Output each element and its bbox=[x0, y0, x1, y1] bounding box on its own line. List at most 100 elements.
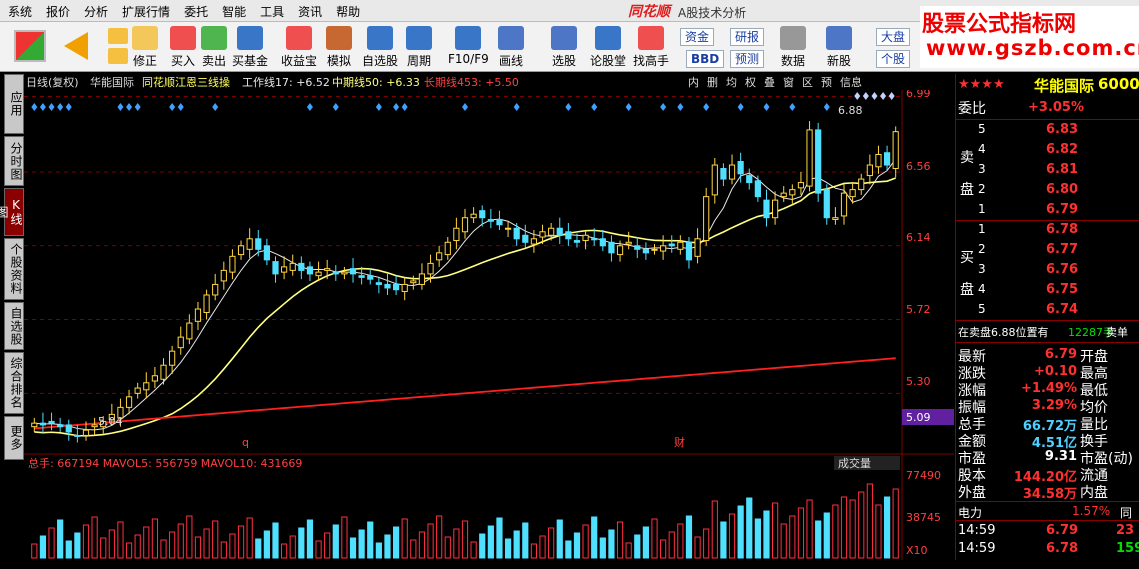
candle-body bbox=[91, 424, 98, 428]
candle-body bbox=[229, 255, 236, 273]
chart-tab-8[interactable]: 信息 bbox=[840, 75, 862, 89]
chart-tab-6[interactable]: 区 bbox=[802, 76, 813, 89]
candle-body bbox=[384, 283, 391, 289]
candle-body bbox=[143, 382, 150, 391]
sidebar-tab-3[interactable]: 个股资料 bbox=[4, 238, 24, 300]
toolbar-button-14[interactable]: 新股 bbox=[826, 26, 852, 69]
toolbar-icon-9 bbox=[498, 26, 524, 50]
chart-tab-7[interactable]: 预 bbox=[821, 76, 832, 89]
toolbar-button-13[interactable]: 数据 bbox=[780, 26, 806, 69]
candle-body bbox=[858, 178, 865, 191]
candle-body bbox=[418, 273, 426, 285]
volume-bar bbox=[883, 496, 891, 559]
toolbar-button-5[interactable]: 模拟 bbox=[326, 26, 352, 69]
volume-bar bbox=[694, 536, 701, 559]
rp-divider bbox=[956, 320, 1139, 321]
chart-tab-3[interactable]: 权 bbox=[745, 76, 756, 89]
fund-button[interactable]: 资金 bbox=[680, 28, 715, 46]
menu-item-5[interactable]: 智能 bbox=[222, 3, 246, 20]
volume-bar bbox=[746, 497, 753, 559]
candle-body bbox=[737, 161, 744, 175]
menu-item-2[interactable]: 分析 bbox=[84, 3, 108, 20]
sidebar-tab-2[interactable]: K线图 bbox=[0, 188, 24, 236]
volume-bar bbox=[427, 523, 434, 559]
logo-icon bbox=[14, 30, 46, 62]
volume-bar bbox=[57, 519, 64, 559]
volume-bar bbox=[737, 505, 744, 559]
chart-tab-1[interactable]: 删 bbox=[707, 76, 718, 89]
toolbar-button-12[interactable]: 找高手 bbox=[633, 26, 669, 69]
quote-value-8: 34.58万 bbox=[1022, 487, 1077, 502]
sidebar-tab-1[interactable]: 分时图 bbox=[4, 136, 24, 186]
stock-button[interactable]: 个股 bbox=[876, 50, 911, 68]
volume-bar bbox=[220, 541, 227, 559]
volume-bar bbox=[479, 533, 486, 559]
candle-body bbox=[332, 271, 339, 275]
up-arrow-icon[interactable] bbox=[108, 28, 128, 44]
bbd-button[interactable]: BBD bbox=[686, 50, 725, 68]
chart-tab-5[interactable]: 窗 bbox=[783, 75, 794, 89]
volume-bar bbox=[117, 521, 124, 559]
toolbar-label-0: 修正 bbox=[132, 54, 157, 68]
candle-body bbox=[82, 429, 90, 436]
sidebar-tab-6[interactable]: 更多 bbox=[4, 416, 24, 460]
candle-body bbox=[487, 218, 494, 222]
candle-body bbox=[74, 434, 81, 437]
toolbar-button-2[interactable]: 卖出 bbox=[201, 26, 227, 69]
down-arrow-icon[interactable] bbox=[108, 48, 128, 64]
sidebar-tab-4[interactable]: 自选股 bbox=[4, 302, 24, 350]
back-arrow-icon[interactable] bbox=[64, 32, 88, 60]
volume-bar bbox=[866, 483, 873, 559]
candle-body bbox=[780, 192, 787, 198]
volume-bar bbox=[324, 532, 331, 559]
volume-bar bbox=[384, 534, 391, 559]
menu-item-3[interactable]: 扩展行情 bbox=[122, 3, 170, 20]
ma-long-value: 长期线453: +5.50 bbox=[424, 75, 519, 89]
menu-item-7[interactable]: 资讯 bbox=[298, 3, 322, 20]
toolbar-button-10[interactable]: 选股 bbox=[551, 26, 577, 69]
price-tick-5: 5.09 bbox=[906, 411, 931, 424]
promo-title: 股票公式指标网 bbox=[922, 12, 1077, 37]
volume-bar bbox=[823, 512, 830, 559]
candle-body bbox=[789, 189, 796, 196]
chart-tab-0[interactable]: 内 bbox=[688, 75, 699, 89]
toolbar-label-1: 买入 bbox=[170, 54, 195, 68]
menu-item-0[interactable]: 系统 bbox=[8, 3, 32, 20]
report-button[interactable]: 研报 bbox=[730, 28, 765, 46]
volume-bar bbox=[660, 539, 667, 559]
toolbar-button-7[interactable]: 周期 bbox=[406, 26, 432, 69]
toolbar-button-9[interactable]: 画线 bbox=[498, 26, 524, 69]
toolbar-button-0[interactable]: 修正 bbox=[132, 26, 158, 69]
volume-bar bbox=[840, 496, 848, 559]
index-button[interactable]: 大盘 bbox=[876, 28, 911, 46]
volume-bar bbox=[453, 528, 460, 559]
forecast-button[interactable]: 预测 bbox=[730, 50, 765, 68]
sidebar-tab-5[interactable]: 综合排名 bbox=[4, 352, 24, 414]
menu-item-6[interactable]: 工具 bbox=[260, 3, 284, 20]
candle-body bbox=[48, 420, 55, 424]
candle-body bbox=[453, 227, 460, 242]
volume-bar bbox=[281, 543, 288, 559]
menu-item-1[interactable]: 报价 bbox=[46, 3, 70, 20]
chart-tab-2[interactable]: 均 bbox=[726, 76, 737, 89]
toolbar-button-6[interactable]: 自选股 bbox=[362, 26, 398, 69]
volume-bar bbox=[65, 540, 72, 559]
volume-bar bbox=[513, 530, 520, 559]
toolbar-button-4[interactable]: 收益宝 bbox=[281, 26, 317, 69]
volume-bar bbox=[418, 531, 426, 559]
volume-bar bbox=[677, 523, 684, 559]
toolbar-button-11[interactable]: 论股堂 bbox=[590, 26, 626, 69]
candle-body bbox=[479, 210, 486, 219]
candle-body bbox=[565, 231, 572, 240]
high-price-label: 6.88 bbox=[838, 104, 863, 117]
menu-item-4[interactable]: 委托 bbox=[184, 3, 208, 20]
toolbar-button-8[interactable]: F10/F9 bbox=[448, 26, 489, 66]
toolbar-button-1[interactable]: 买入 bbox=[170, 26, 196, 69]
volume-bar bbox=[599, 537, 606, 559]
sidebar-tab-0[interactable]: 应用 bbox=[4, 74, 24, 134]
menu-item-8[interactable]: 帮助 bbox=[336, 3, 360, 20]
toolbar-button-3[interactable]: 买基金 bbox=[232, 26, 268, 69]
bid-price-1: 6.77 bbox=[1046, 242, 1079, 257]
chart-tab-4[interactable]: 叠 bbox=[764, 76, 775, 89]
volume-bar bbox=[358, 529, 365, 559]
